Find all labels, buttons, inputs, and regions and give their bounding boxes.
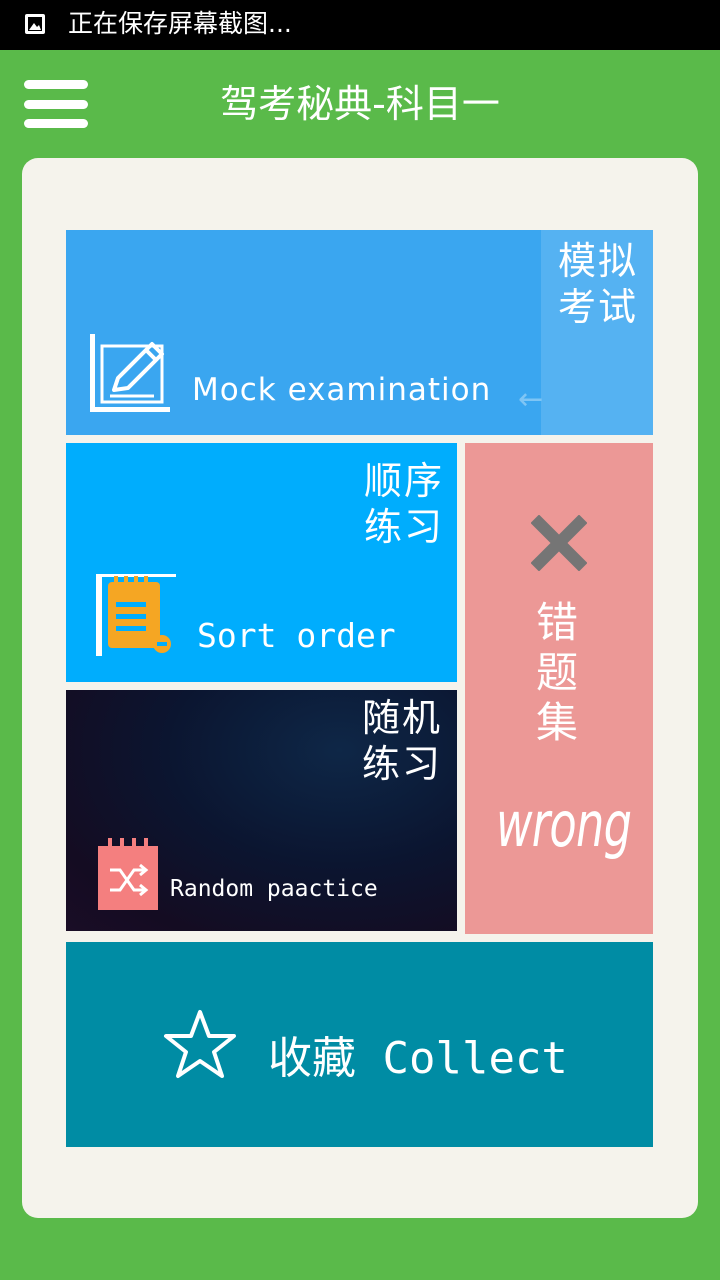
wrong-questions-en-label: wrong <box>496 788 632 861</box>
mock-exam-en-label: Mock examination <box>192 372 492 408</box>
shuffle-icon <box>98 838 158 910</box>
status-text: 正在保存屏幕截图... <box>68 9 292 38</box>
sort-order-en-label: Sort order <box>197 616 396 655</box>
arrow-left-icon: ← <box>518 382 544 417</box>
random-practice-cn-label: 随机 练习 <box>362 696 443 786</box>
collect-label: 收藏 Collect <box>268 1033 568 1084</box>
wrong-questions-cn-label: 错 题 集 <box>535 598 580 747</box>
notepad-icon <box>96 574 176 656</box>
close-icon <box>531 515 587 571</box>
star-icon <box>164 1010 236 1078</box>
sort-order-cn-label: 顺序 练习 <box>364 459 445 549</box>
edit-pencil-icon <box>90 334 170 412</box>
status-bar: 正在保存屏幕截图... <box>0 0 720 50</box>
mock-exam-cn-label: 模拟 考试 <box>558 239 639 329</box>
random-practice-en-label: Random paactice <box>170 876 378 902</box>
image-icon <box>25 14 45 34</box>
page-title: 驾考秘典-科目一 <box>220 82 500 126</box>
